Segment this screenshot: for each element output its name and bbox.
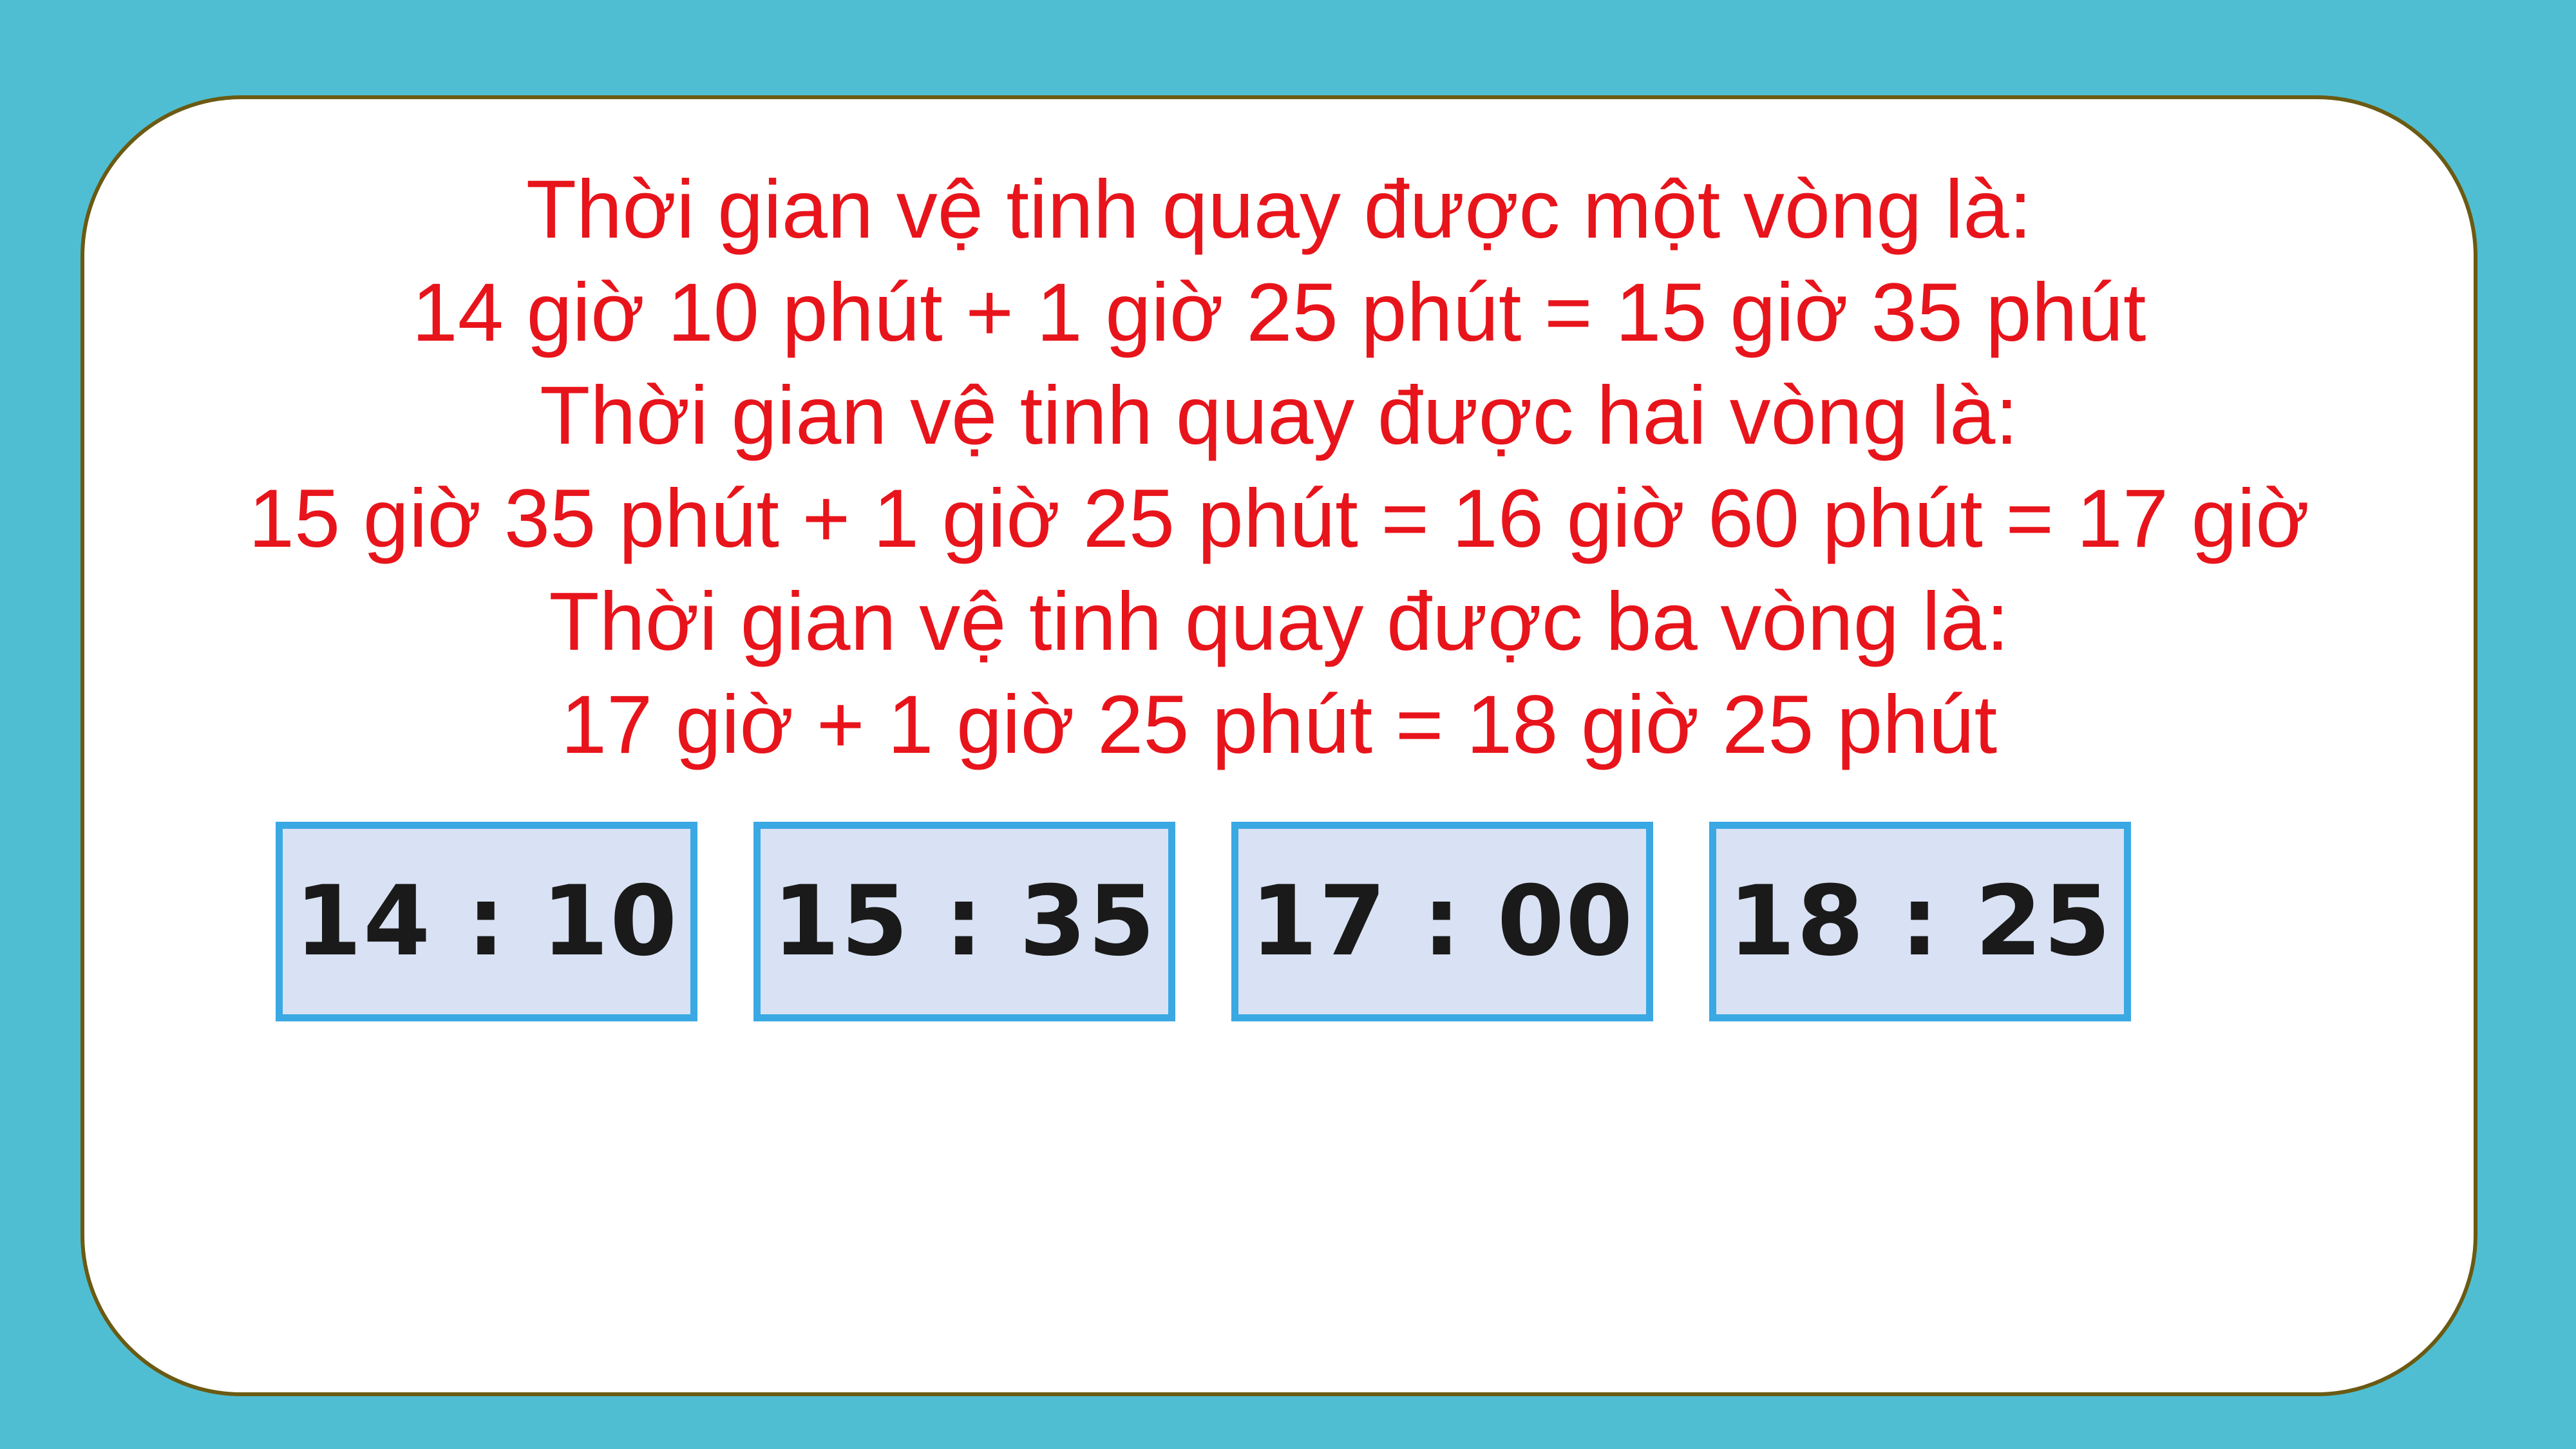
- digital-clock-1: 14 : 10: [276, 822, 697, 1021]
- solution-text: Thời gian vệ tinh quay được một vòng là:…: [84, 158, 2474, 777]
- solution-line-3: Thời gian vệ tinh quay được hai vòng là:: [540, 370, 2018, 462]
- solution-line-4: 15 giờ 35 phút + 1 giờ 25 phút = 16 giờ …: [248, 473, 2310, 565]
- solution-line-5: Thời gian vệ tinh quay được ba vòng là:: [549, 576, 2009, 668]
- solution-line-2: 14 giờ 10 phút + 1 giờ 25 phút = 15 giờ …: [412, 267, 2146, 359]
- solution-line-1: Thời gian vệ tinh quay được một vòng là:: [526, 164, 2032, 256]
- clock-time-1: 14 : 10: [294, 866, 679, 978]
- digital-clock-2: 15 : 35: [753, 822, 1175, 1021]
- digital-clock-4: 18 : 25: [1709, 822, 2131, 1021]
- content-card: Thời gian vệ tinh quay được một vòng là:…: [80, 95, 2477, 1396]
- solution-line-6: 17 giờ + 1 giờ 25 phút = 18 giờ 25 phút: [560, 679, 1998, 771]
- digital-clock-3: 17 : 00: [1231, 822, 1653, 1021]
- clock-time-3: 17 : 00: [1250, 866, 1634, 978]
- clock-time-4: 18 : 25: [1728, 866, 2112, 978]
- clock-time-2: 15 : 35: [772, 866, 1157, 978]
